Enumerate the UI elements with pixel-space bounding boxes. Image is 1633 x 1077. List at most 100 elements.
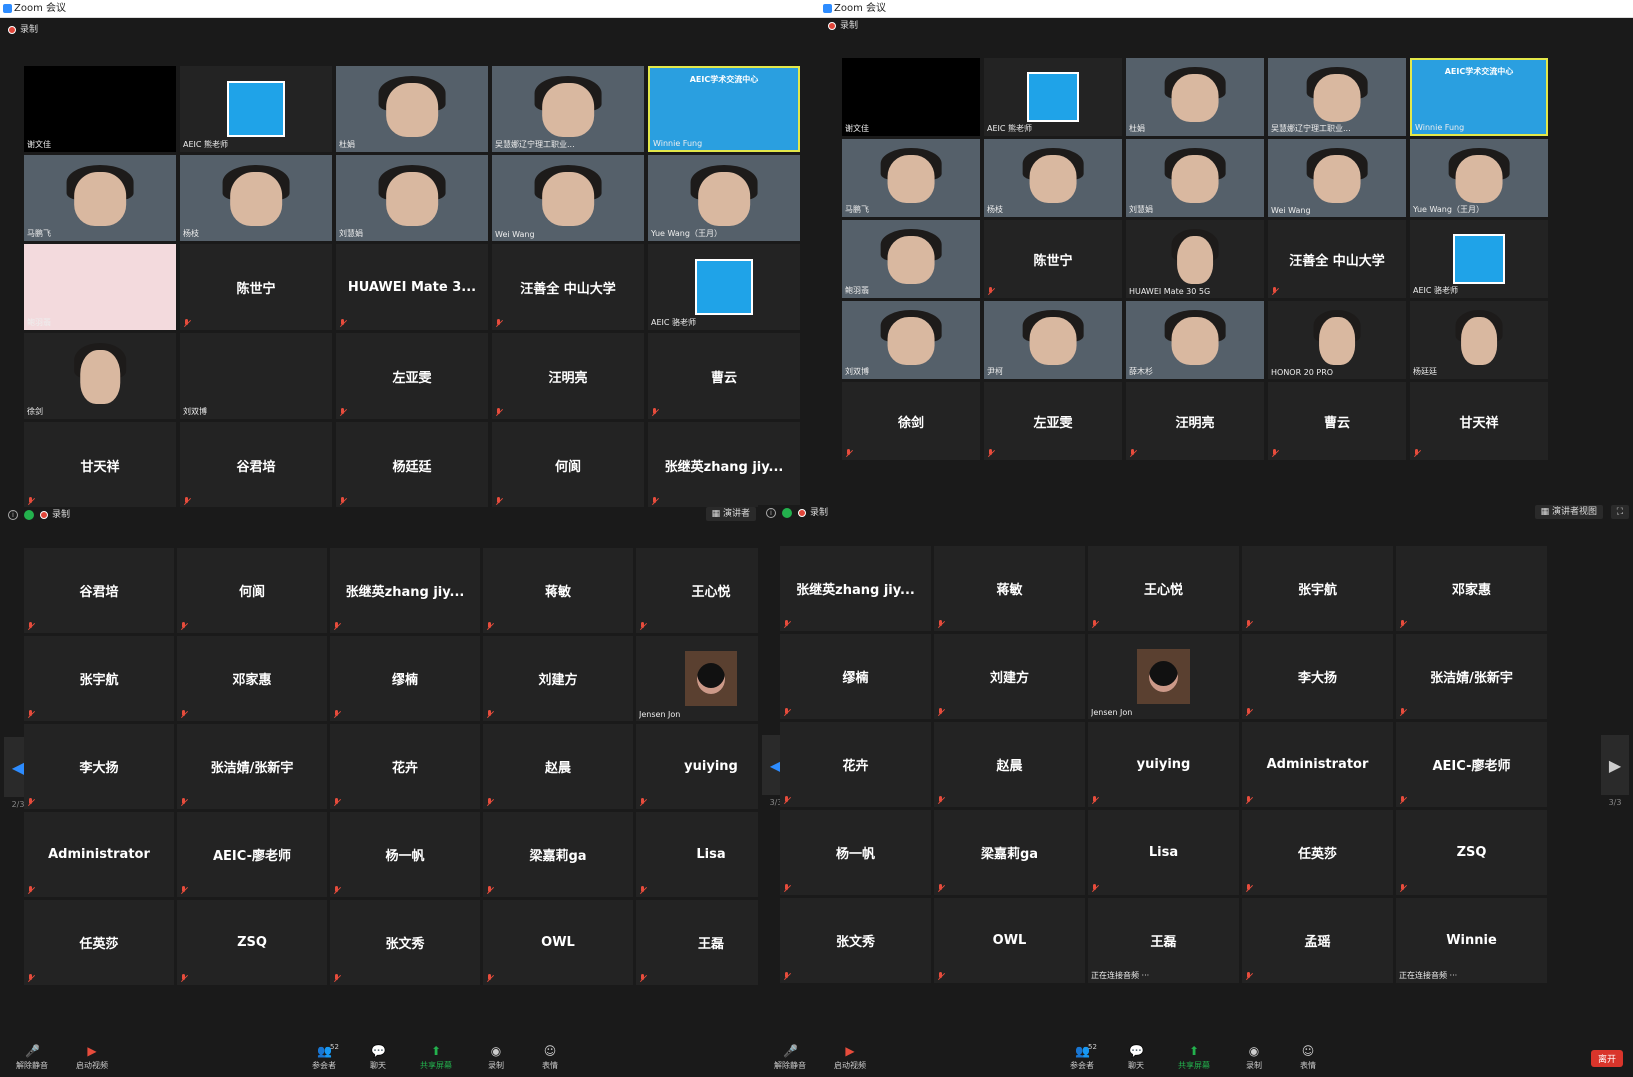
participant-tile[interactable]: 张宇航 [1242,546,1393,631]
participant-tile[interactable]: 赵晨 [483,724,633,809]
participant-tile[interactable]: 汪明亮 [1126,382,1264,460]
participant-tile[interactable]: 刘双博 [180,333,332,419]
participant-tile[interactable]: 曹云 [1268,382,1406,460]
participant-tile[interactable]: 吴慧娜辽宁理工职业... [492,66,644,152]
participant-tile[interactable]: 谷君培 [180,422,332,507]
participant-tile[interactable]: 蒋敏 [934,546,1085,631]
participant-tile[interactable]: OWL [934,898,1085,983]
participant-tile[interactable]: 汪善全 中山大学 [492,244,644,330]
participant-tile[interactable]: AEIC 骆老师 [1410,220,1548,298]
participant-tile[interactable]: 汪善全 中山大学 [1268,220,1406,298]
info-icon[interactable]: i [8,509,18,520]
participant-tile[interactable]: HUAWEI Mate 30 5G [1126,220,1264,298]
participant-tile[interactable]: 张宇航 [24,636,174,721]
participant-tile[interactable]: 花卉 [780,722,931,807]
participant-tile[interactable]: 何阆 [177,548,327,633]
participant-tile[interactable]: HONOR 20 PRO [1268,301,1406,379]
participant-tile[interactable]: 王磊 正在连接音频 ··· [1088,898,1239,983]
participant-tile[interactable]: ZSQ [177,900,327,985]
participant-tile[interactable]: 刘慧娟 [336,155,488,241]
participant-tile[interactable]: 杨廷廷 [336,422,488,507]
participant-tile[interactable]: 鲍羽翡 [24,244,176,330]
participant-tile[interactable]: 杨廷廷 [1410,301,1548,379]
participant-tile[interactable]: 甘天祥 [1410,382,1548,460]
participant-tile[interactable]: 刘建方 [934,634,1085,719]
participant-tile[interactable]: 杜娟 [1126,58,1264,136]
participant-tile[interactable]: 任英莎 [1242,810,1393,895]
participant-tile[interactable]: AEIC学术交流中心 Winnie Fung [1410,58,1548,136]
reactions-button[interactable]: ☺ 表情 [1284,1045,1332,1071]
recording-indicator[interactable]: 录制 [828,18,858,34]
participant-tile[interactable]: 鲍羽翡 [842,220,980,298]
reactions-button[interactable]: ☺ 表情 [526,1045,574,1071]
participant-tile[interactable]: ZSQ [1396,810,1547,895]
participant-tile[interactable]: 王磊 [636,900,758,985]
participant-tile[interactable]: Yue Wang（王月） [648,155,800,241]
participant-tile[interactable]: Administrator [1242,722,1393,807]
participant-tile[interactable]: 马鹏飞 [24,155,176,241]
participant-tile[interactable]: 刘双博 [842,301,980,379]
record-button[interactable]: ◉ 录制 [472,1045,520,1071]
start-video-button[interactable]: ▶ 启动视频 [68,1045,116,1071]
participant-tile[interactable]: 张洁婧/张新宇 [1396,634,1547,719]
chat-button[interactable]: 💬 聊天 [354,1045,402,1071]
participant-tile[interactable]: 孟瑶 [1242,898,1393,983]
participant-tile[interactable]: 谢文佳 [24,66,176,152]
participant-tile[interactable]: 缪楠 [780,634,931,719]
info-icon[interactable]: i [766,507,776,518]
participant-tile[interactable]: 徐剑 [24,333,176,419]
participant-tile[interactable]: 杜娟 [336,66,488,152]
recording-indicator[interactable]: 录制 [8,22,38,38]
participant-tile[interactable]: 张继英zhang jiy... [330,548,480,633]
participant-tile[interactable]: 梁嘉莉ga [483,812,633,897]
start-video-button[interactable]: ▶ 启动视频 [826,1045,874,1071]
presenter-view-button[interactable]: ▦ 演讲者 [705,507,756,521]
participant-tile[interactable]: Administrator [24,812,174,897]
leave-meeting-button[interactable]: 离开 [1590,1050,1623,1067]
participant-tile[interactable]: 吴慧娜辽宁理工职业... [1268,58,1406,136]
participant-tile[interactable]: 张洁婧/张新宇 [177,724,327,809]
participant-tile[interactable]: Winnie 正在连接音频 ··· [1396,898,1547,983]
participant-tile[interactable]: AEIC 熊老师 [984,58,1122,136]
participant-tile[interactable]: 谢文佳 [842,58,980,136]
participant-tile[interactable]: Lisa [1088,810,1239,895]
participant-tile[interactable]: 王心悦 [636,548,758,633]
chat-button[interactable]: 💬 聊天 [1112,1045,1160,1071]
participant-tile[interactable]: 刘建方 [483,636,633,721]
participant-tile[interactable]: 任英莎 [24,900,174,985]
unmute-button[interactable]: 🎤 解除静音 [8,1045,56,1071]
participant-tile[interactable]: yuiying [636,724,758,809]
participant-tile[interactable]: Lisa [636,812,758,897]
participant-tile[interactable]: 薛木杉 [1126,301,1264,379]
participant-tile[interactable]: 缪楠 [330,636,480,721]
share-screen-button[interactable]: ⬆ 共享屏幕 [412,1045,460,1071]
participant-tile[interactable]: AEIC 骆老师 [648,244,800,330]
unmute-button[interactable]: 🎤 解除静音 [766,1045,814,1071]
fullscreen-button[interactable]: ⛶ [1610,505,1629,519]
participant-tile[interactable]: 杨枝 [984,139,1122,217]
participant-tile[interactable]: 陈世宁 [180,244,332,330]
participant-tile[interactable]: 汪明亮 [492,333,644,419]
participant-tile[interactable]: 杨一帆 [330,812,480,897]
participant-tile[interactable]: Yue Wang（王月） [1410,139,1548,217]
participant-tile[interactable]: 何阆 [492,422,644,507]
participant-tile[interactable]: 赵晨 [934,722,1085,807]
record-button[interactable]: ◉ 录制 [1230,1045,1278,1071]
participant-tile[interactable]: 甘天祥 [24,422,176,507]
participant-tile[interactable]: 刘慧娟 [1126,139,1264,217]
encryption-shield-icon[interactable] [782,507,792,518]
participant-tile[interactable]: AEIC-廖老师 [177,812,327,897]
participant-tile[interactable]: Jensen Jon [1088,634,1239,719]
participant-tile[interactable]: 杨枝 [180,155,332,241]
participant-tile[interactable]: AEIC 熊老师 [180,66,332,152]
participant-tile[interactable]: 尹柯 [984,301,1122,379]
participant-tile[interactable]: 左亚雯 [984,382,1122,460]
next-page-button[interactable]: ▶ 3/3 [1601,735,1629,807]
participant-tile[interactable]: 邓家惠 [177,636,327,721]
participant-tile[interactable]: 王心悦 [1088,546,1239,631]
participants-button[interactable]: 👥 52 参会者 [300,1043,348,1071]
share-screen-button[interactable]: ⬆ 共享屏幕 [1170,1045,1218,1071]
participant-tile[interactable]: 陈世宁 [984,220,1122,298]
participant-tile[interactable]: 张文秀 [780,898,931,983]
presenter-view-button[interactable]: ▦ 演讲者视图 [1534,505,1603,519]
